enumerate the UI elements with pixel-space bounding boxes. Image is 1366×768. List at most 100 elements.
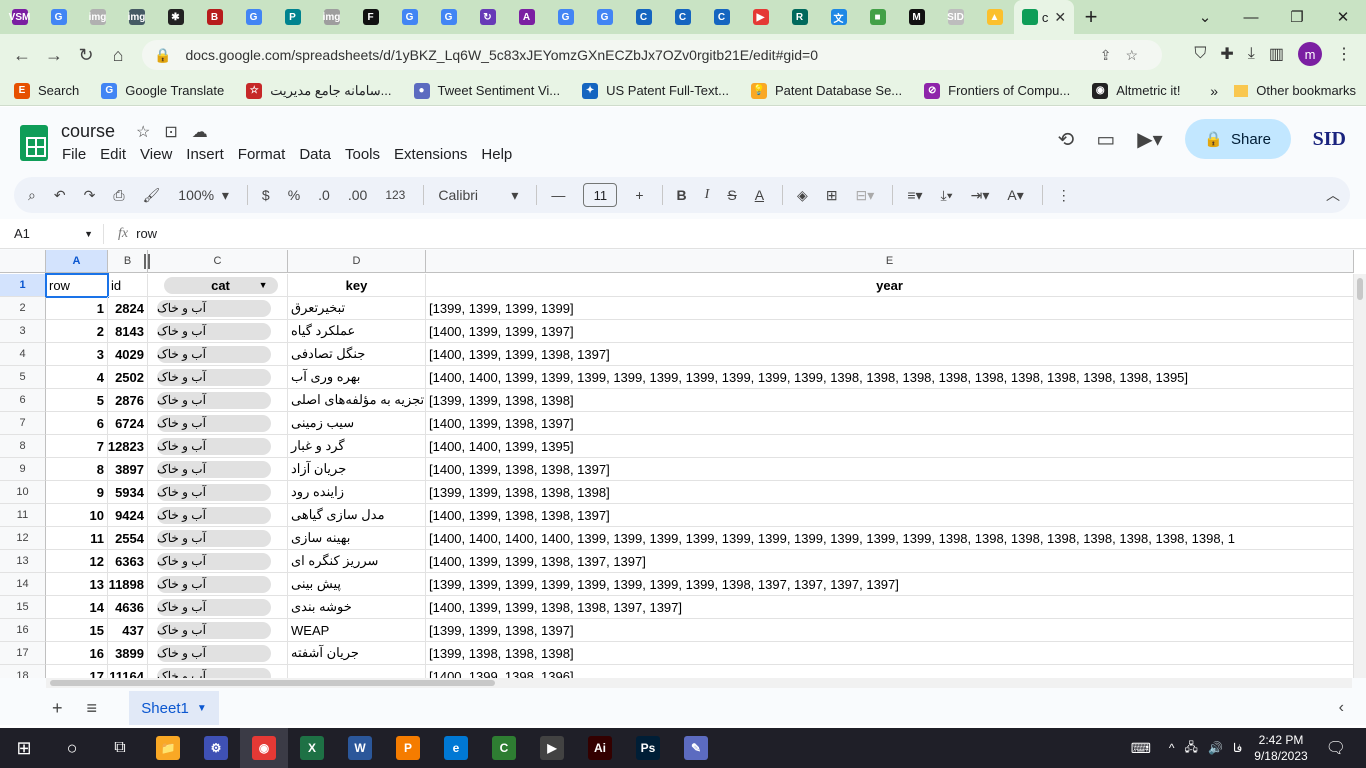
browser-tab[interactable]: G <box>546 0 585 34</box>
taskbar-app[interactable]: ▶ <box>528 728 576 768</box>
cell-cat[interactable]: آب و خاک <box>148 665 288 678</box>
sid-brand-logo[interactable]: SID <box>1313 128 1346 151</box>
notification-icon[interactable]: 🗨 <box>1326 738 1346 758</box>
browser-tab[interactable]: img <box>312 0 351 34</box>
cell-cat[interactable]: آب و خاک <box>148 504 288 527</box>
text-rotation-icon[interactable]: A▾ <box>1007 187 1023 204</box>
cell-key[interactable] <box>288 665 426 678</box>
task-view-button[interactable]: ⧉ <box>96 728 144 768</box>
print-icon[interactable]: ⎙ <box>113 187 124 204</box>
cell-key[interactable]: مدل سازی گیاهی <box>288 504 426 527</box>
row-header[interactable]: 17 <box>0 642 46 665</box>
close-window-button[interactable]: ✕ <box>1320 0 1366 34</box>
restore-button[interactable]: ❐ <box>1274 0 1320 34</box>
cell-id[interactable]: 2824 <box>108 297 148 320</box>
cell-year[interactable]: [1400, 1400, 1399, 1399, 1399, 1399, 139… <box>426 366 1354 389</box>
row-header[interactable]: 10 <box>0 481 46 504</box>
bookmarks-more-icon[interactable]: » <box>1210 83 1218 99</box>
cell-id[interactable]: 4029 <box>108 343 148 366</box>
header-cell-row[interactable]: row <box>45 273 109 298</box>
browser-tab[interactable]: G <box>234 0 273 34</box>
browser-tab[interactable]: ▶ <box>741 0 780 34</box>
forward-button[interactable]: → <box>38 45 70 66</box>
redo-icon[interactable]: ↷ <box>84 187 96 204</box>
row-header[interactable]: 4 <box>0 343 46 366</box>
increase-decimal-button[interactable]: .00 <box>348 187 367 203</box>
row-header[interactable]: 7 <box>0 412 46 435</box>
column-header-a[interactable]: A <box>46 250 108 273</box>
browser-tab[interactable]: VSM <box>0 0 39 34</box>
bookmark-item[interactable]: ⊘ Frontiers of Compu... <box>924 82 1070 99</box>
clock[interactable]: 2:42 PM 9/18/2023 <box>1254 732 1307 764</box>
vertical-scrollbar[interactable] <box>1354 274 1366 678</box>
cell-id[interactable]: 3897 <box>108 458 148 481</box>
cell-cat[interactable]: آب و خاک <box>148 596 288 619</box>
all-sheets-button[interactable]: ≡ <box>87 698 98 719</box>
browser-tab[interactable]: ■ <box>858 0 897 34</box>
cell-key[interactable]: جریان آشفته <box>288 642 426 665</box>
cell-id[interactable]: 2876 <box>108 389 148 412</box>
cat-filter-chip[interactable]: cat <box>163 276 278 294</box>
font-family-select[interactable]: Calibri ▾ <box>438 187 518 204</box>
search-button[interactable]: ○ <box>48 728 96 768</box>
column-header-c[interactable]: C <box>148 250 288 273</box>
meet-icon[interactable]: ▶▾ <box>1137 127 1162 152</box>
cell-year[interactable]: [1400, 1399, 1399, 1398, 1397] <box>426 343 1354 366</box>
cell-row[interactable]: 5 <box>46 389 108 412</box>
menu-help[interactable]: Help <box>481 146 512 163</box>
cell-year[interactable]: [1399, 1399, 1398, 1398] <box>426 389 1354 412</box>
cell-row[interactable]: 7 <box>46 435 108 458</box>
taskbar-app[interactable]: ⚙ <box>192 728 240 768</box>
new-tab-button[interactable]: + <box>1074 4 1108 30</box>
zoom-select[interactable]: 100% ▾ <box>178 187 229 204</box>
browser-tab[interactable]: SID <box>936 0 975 34</box>
menu-format[interactable]: Format <box>238 146 286 163</box>
browser-tab[interactable]: R <box>780 0 819 34</box>
cat-chip[interactable]: آب و خاک <box>157 483 271 501</box>
cat-chip[interactable]: آب و خاک <box>157 299 271 317</box>
paint-format-icon[interactable]: 🖌 <box>143 187 161 204</box>
spreadsheet-grid[interactable]: A B C D E 1rowidcatkeyyear212824آب و خاک… <box>0 250 1366 678</box>
browser-tab[interactable]: G <box>585 0 624 34</box>
bookmark-item[interactable]: ● Tweet Sentiment Vi... <box>413 82 560 99</box>
row-header[interactable]: 9 <box>0 458 46 481</box>
cell-cat[interactable]: آب و خاک <box>148 573 288 596</box>
cell-key[interactable]: سرریز کنگره ای <box>288 550 426 573</box>
cell-row[interactable]: 4 <box>46 366 108 389</box>
name-box[interactable]: A1 ▼ <box>0 223 104 244</box>
cell-row[interactable]: 10 <box>46 504 108 527</box>
cat-chip[interactable]: آب و خاک <box>157 391 271 409</box>
cell-year[interactable]: [1400, 1400, 1399, 1395] <box>426 435 1354 458</box>
browser-tab[interactable]: ↻ <box>468 0 507 34</box>
merge-cells-icon[interactable]: ⊟▾ <box>856 187 875 204</box>
cat-chip[interactable]: آب و خاک <box>157 644 271 662</box>
browser-tab[interactable]: img <box>78 0 117 34</box>
cell-year[interactable]: [1399, 1399, 1399, 1399, 1399, 1399, 139… <box>426 573 1354 596</box>
row-header[interactable]: 8 <box>0 435 46 458</box>
cat-chip[interactable]: آب و خاک <box>157 506 271 524</box>
browser-tab[interactable]: P <box>273 0 312 34</box>
browser-tab[interactable]: F <box>351 0 390 34</box>
cell-year[interactable]: [1400, 1399, 1399, 1398, 1397, 1397] <box>426 550 1354 573</box>
home-button[interactable]: ⌂ <box>102 45 134 66</box>
close-tab-icon[interactable]: ✕ <box>1054 9 1066 26</box>
header-cell-key[interactable]: key <box>288 274 426 297</box>
bookmark-item[interactable]: ✦ US Patent Full-Text... <box>582 82 729 99</box>
browser-tab[interactable]: ▲ <box>975 0 1014 34</box>
cat-chip[interactable]: آب و خاک <box>157 414 271 432</box>
row-header[interactable]: 16 <box>0 619 46 642</box>
row-header[interactable]: 5 <box>0 366 46 389</box>
cell-id[interactable]: 11898 <box>108 573 148 596</box>
browser-tab[interactable]: C <box>702 0 741 34</box>
bookmark-item[interactable]: 💡 Patent Database Se... <box>750 82 902 99</box>
browser-tab[interactable]: G <box>39 0 78 34</box>
percent-format-button[interactable]: % <box>288 187 300 203</box>
cell-key[interactable]: زاینده رود <box>288 481 426 504</box>
menu-insert[interactable]: Insert <box>186 146 224 163</box>
cloud-status-icon[interactable]: ☁ <box>192 122 208 142</box>
cell-year[interactable]: [1399, 1398, 1398, 1398] <box>426 642 1354 665</box>
header-cell-id[interactable]: id <box>108 274 148 297</box>
header-cell-year[interactable]: year <box>426 274 1354 297</box>
row-header[interactable]: 18 <box>0 665 46 678</box>
row-header[interactable]: 2 <box>0 297 46 320</box>
